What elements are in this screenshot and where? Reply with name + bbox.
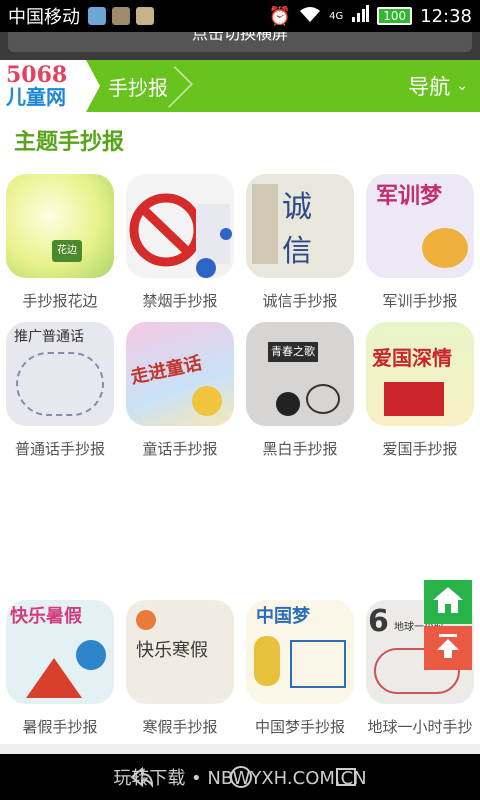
grid-item[interactable]: 推广普通话 普通话手抄报 bbox=[0, 322, 120, 459]
status-bar: 中国移动 ⏰ 4G 100 12:38 bbox=[0, 0, 480, 32]
grid-item[interactable]: 诚信 诚信手抄报 bbox=[240, 174, 360, 311]
rotate-screen-banner[interactable]: 点击切换横屏 bbox=[0, 32, 480, 60]
rotate-banner-text: 点击切换横屏 bbox=[191, 32, 288, 43]
app-notification-icon bbox=[136, 7, 154, 25]
site-header: 5068 儿童网 手抄报 导航 ⌄ bbox=[0, 60, 480, 112]
grid-item-label: 中国梦手抄报 bbox=[254, 718, 345, 736]
logo-number: 5068 bbox=[6, 62, 68, 88]
grid-item[interactable]: 青春之歌 黑白手抄报 bbox=[240, 322, 360, 459]
grid-row-1: 花边 手抄报花边 禁烟手抄报 诚信 诚信手抄报 军训梦 军训手抄报 bbox=[0, 174, 480, 311]
china-dream-icon: 中国梦 bbox=[246, 600, 354, 704]
honesty-icon: 诚信 bbox=[246, 174, 354, 278]
grid-item-label: 童话手抄报 bbox=[142, 440, 218, 458]
grid-item[interactable]: 爱国深情 爱国手抄报 bbox=[360, 322, 480, 459]
grid-item-label: 普通话手抄报 bbox=[14, 440, 105, 458]
grid-item-label: 诚信手抄报 bbox=[262, 292, 338, 310]
no-smoking-icon bbox=[126, 174, 234, 278]
alarm-icon: ⏰ bbox=[268, 5, 292, 27]
logo-text: 儿童网 bbox=[6, 85, 66, 109]
summer-holiday-icon: 快乐暑假 bbox=[6, 600, 114, 704]
status-right: ⏰ 4G 100 12:38 bbox=[268, 4, 472, 28]
grid-item-label: 军训手抄报 bbox=[382, 292, 458, 310]
grid-row-3: 快乐暑假 暑假手抄报 快乐寒假 寒假手抄报 中国梦 中国梦手抄报 6 地球一小时… bbox=[0, 600, 480, 737]
grid-item[interactable]: 快乐寒假 寒假手抄报 bbox=[120, 600, 240, 737]
black-white-icon: 青春之歌 bbox=[246, 322, 354, 426]
clock: 12:38 bbox=[420, 5, 472, 27]
logo-chevron bbox=[86, 60, 100, 112]
signal-icon bbox=[351, 4, 370, 28]
scroll-to-top-button[interactable] bbox=[424, 626, 472, 670]
grid-item[interactable]: 军训梦 军训手抄报 bbox=[360, 174, 480, 311]
home-icon bbox=[431, 585, 465, 619]
chevron-down-icon: ⌄ bbox=[456, 78, 468, 94]
battery-indicator: 100 bbox=[377, 7, 413, 25]
wifi-icon bbox=[299, 5, 321, 28]
nav-label: 导航 bbox=[408, 75, 451, 99]
network-type: 4G bbox=[329, 10, 344, 22]
winter-holiday-icon: 快乐寒假 bbox=[126, 600, 234, 704]
mandarin-icon: 推广普通话 bbox=[6, 322, 114, 426]
breadcrumb-current[interactable]: 手抄报 bbox=[108, 60, 182, 112]
nav-menu-button[interactable]: 导航 ⌄ bbox=[408, 71, 468, 101]
app-notification-icon bbox=[88, 7, 106, 25]
grid-item[interactable]: 走进童话 童话手抄报 bbox=[120, 322, 240, 459]
grid-item-label: 地球一小时手抄 bbox=[367, 718, 473, 736]
section-title: 主题手抄报 bbox=[14, 130, 125, 155]
home-button[interactable] bbox=[424, 580, 472, 624]
patriotic-icon: 爱国深情 bbox=[366, 322, 474, 426]
watermark-text: 玩转下载 • NBWYXH.COM.CN bbox=[113, 768, 367, 789]
military-training-icon: 军训梦 bbox=[366, 174, 474, 278]
app-notification-icon bbox=[112, 7, 130, 25]
content-divider bbox=[0, 744, 480, 754]
system-nav-bar: 玩转下载 • NBWYXH.COM.CN bbox=[0, 754, 480, 800]
grid-item-label: 暑假手抄报 bbox=[22, 718, 98, 736]
grid-item[interactable]: 中国梦 中国梦手抄报 bbox=[240, 600, 360, 737]
grid-row-2: 推广普通话 普通话手抄报 走进童话 童话手抄报 青春之歌 黑白手抄报 爱国深情 … bbox=[0, 322, 480, 459]
carrier-name: 中国移动 bbox=[8, 7, 80, 28]
grid-item-label: 黑白手抄报 bbox=[262, 440, 338, 458]
grid-item-label: 禁烟手抄报 bbox=[142, 292, 218, 310]
grid-item-label: 爱国手抄报 bbox=[382, 440, 458, 458]
arrow-up-icon bbox=[433, 631, 463, 665]
fairy-tale-icon: 走进童话 bbox=[126, 322, 234, 426]
site-logo[interactable]: 5068 儿童网 bbox=[0, 60, 86, 112]
grid-item[interactable]: 花边 手抄报花边 bbox=[0, 174, 120, 311]
grid-item-label: 寒假手抄报 bbox=[142, 718, 218, 736]
flower-border-icon: 花边 bbox=[6, 174, 114, 278]
grid-item[interactable]: 禁烟手抄报 bbox=[120, 174, 240, 311]
grid-item-label: 手抄报花边 bbox=[22, 292, 98, 310]
grid-item[interactable]: 快乐暑假 暑假手抄报 bbox=[0, 600, 120, 737]
